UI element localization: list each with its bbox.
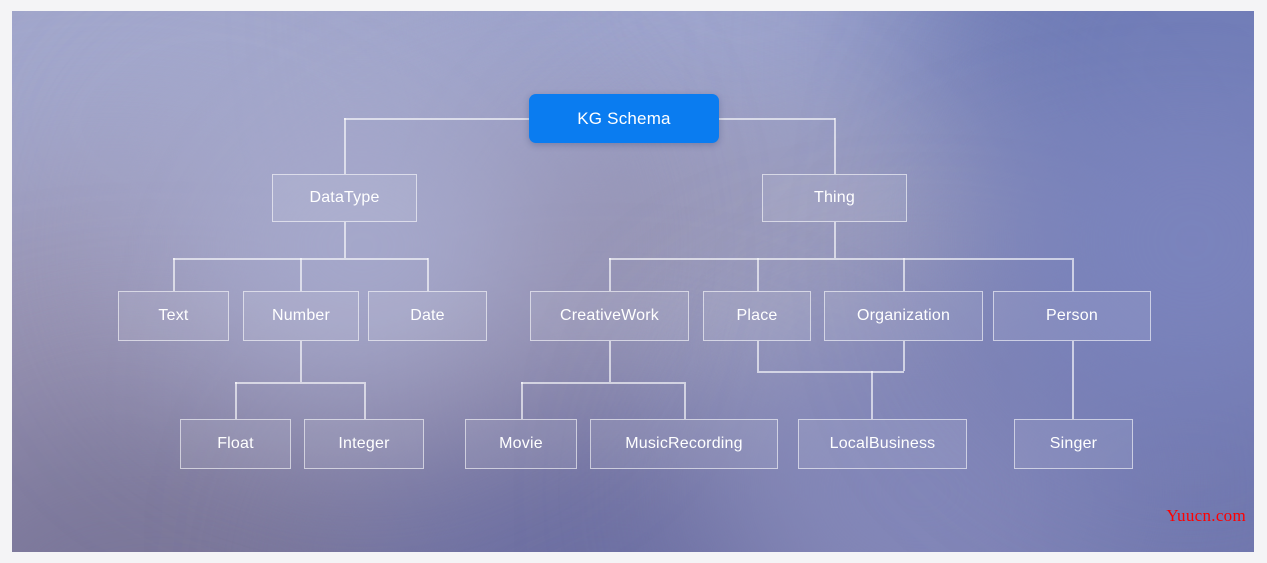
- background-blob: [12, 181, 432, 552]
- watermark-site: Yuucn.com: [1166, 506, 1246, 525]
- edge-kgschema-left-bar: [344, 118, 530, 120]
- edge-organization-stem: [903, 341, 905, 371]
- node-label: Place: [736, 307, 778, 324]
- node-organization[interactable]: Organization: [824, 291, 983, 341]
- background-blob: [152, 81, 572, 411]
- edge-kgschema-right-bar: [719, 118, 835, 120]
- node-label: Text: [158, 307, 189, 324]
- background-blob: [872, 231, 1254, 552]
- node-creativework[interactable]: CreativeWork: [530, 291, 689, 341]
- edge-creativework-to-movie: [521, 382, 523, 419]
- edge-localbusiness-bar: [757, 371, 904, 373]
- node-label: Person: [1046, 307, 1098, 324]
- edge-number-to-integer: [364, 382, 366, 419]
- edge-kgschema-to-thing: [834, 118, 836, 174]
- edge-thing-to-person: [1072, 258, 1074, 291]
- node-thing[interactable]: Thing: [762, 174, 907, 222]
- edge-datatype-to-text: [173, 258, 175, 291]
- edge-number-stem: [300, 341, 302, 382]
- node-movie[interactable]: Movie: [465, 419, 577, 469]
- node-musicrecording[interactable]: MusicRecording: [590, 419, 778, 469]
- node-label: Date: [410, 307, 445, 324]
- node-label: Float: [217, 435, 254, 452]
- node-label: Singer: [1049, 435, 1098, 452]
- edge-datatype-to-number: [300, 258, 302, 291]
- edge-creativework-to-musicrecording: [684, 382, 686, 419]
- edge-thing-bar: [609, 258, 1072, 260]
- edge-kgschema-to-datatype: [344, 118, 346, 174]
- edge-bar-to-localbusiness: [871, 371, 873, 419]
- background-blob: [432, 11, 1052, 271]
- node-label: MusicRecording: [625, 435, 743, 452]
- node-datatype[interactable]: DataType: [272, 174, 417, 222]
- edge-number-bar: [235, 382, 364, 384]
- background-blob: [992, 51, 1254, 431]
- edge-thing-to-place: [757, 258, 759, 291]
- node-label: KG Schema: [577, 108, 671, 128]
- edge-thing-stem: [834, 222, 836, 258]
- node-label: Number: [271, 307, 331, 324]
- node-label: Organization: [856, 307, 951, 324]
- node-integer[interactable]: Integer: [304, 419, 424, 469]
- background-blob: [12, 391, 472, 552]
- edge-thing-to-organization: [903, 258, 905, 291]
- edge-person-to-singer: [1072, 341, 1074, 419]
- node-label: LocalBusiness: [829, 435, 936, 452]
- node-person[interactable]: Person: [993, 291, 1151, 341]
- node-text[interactable]: Text: [118, 291, 229, 341]
- edge-datatype-to-date: [427, 258, 429, 291]
- node-label: Thing: [813, 189, 856, 206]
- node-singer[interactable]: Singer: [1014, 419, 1133, 469]
- edge-number-to-float: [235, 382, 237, 419]
- node-date[interactable]: Date: [368, 291, 487, 341]
- edge-datatype-stem: [344, 222, 346, 258]
- screenshot-root: KG Schema DataType Thing Text Number Date Crea…: [0, 0, 1267, 563]
- node-label: Integer: [338, 435, 390, 452]
- node-kg-schema[interactable]: KG Schema: [529, 94, 719, 143]
- node-float[interactable]: Float: [180, 419, 291, 469]
- node-label: DataType: [309, 189, 380, 206]
- diagram-canvas: KG Schema DataType Thing Text Number Date Crea…: [12, 11, 1254, 552]
- node-place[interactable]: Place: [703, 291, 811, 341]
- edge-creativework-bar: [521, 382, 684, 384]
- node-localbusiness[interactable]: LocalBusiness: [798, 419, 967, 469]
- node-label: Movie: [499, 435, 543, 452]
- edge-creativework-stem: [609, 341, 611, 382]
- node-label: CreativeWork: [559, 307, 660, 324]
- node-number[interactable]: Number: [243, 291, 359, 341]
- watermark-attribution: CSDN @小吹: [1167, 550, 1244, 552]
- edge-thing-to-creativework: [609, 258, 611, 291]
- edge-place-stem: [757, 341, 759, 371]
